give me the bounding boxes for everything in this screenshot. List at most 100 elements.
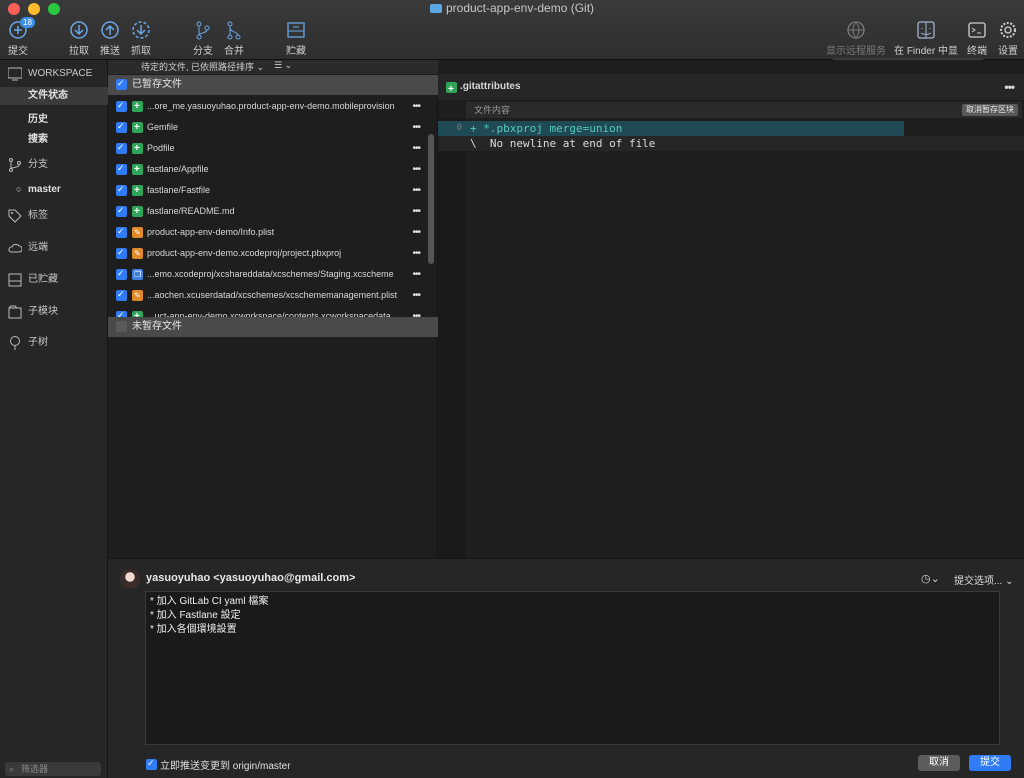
remotes-label: 远端 bbox=[28, 242, 48, 253]
commit-label: 提交 bbox=[8, 46, 28, 57]
checkbox-checked[interactable] bbox=[146, 758, 157, 770]
sidebar-filter-input[interactable]: ⌕ 筛选器 bbox=[5, 762, 101, 776]
unstage-hunk-button[interactable]: 取消暂存区块 bbox=[962, 104, 1018, 116]
avatar bbox=[120, 569, 140, 589]
globe-icon bbox=[847, 21, 865, 39]
sidebar-item-master[interactable]: ○ master bbox=[16, 184, 61, 195]
stash-button[interactable]: 贮藏 bbox=[276, 20, 316, 57]
file-stage-checkbox[interactable] bbox=[116, 100, 127, 112]
modified-status-icon bbox=[132, 243, 143, 264]
current-branch-icon: ○ bbox=[16, 184, 22, 194]
sidebar-branches[interactable]: 分支 bbox=[0, 155, 108, 175]
cancel-button[interactable]: 取消 bbox=[918, 755, 960, 771]
file-row[interactable]: Podfile ••• bbox=[108, 138, 428, 159]
fetch-icon bbox=[132, 21, 150, 39]
sidebar-stashes[interactable]: 已贮藏 bbox=[0, 270, 108, 290]
file-options-icon[interactable]: ••• bbox=[412, 222, 420, 243]
added-status-icon bbox=[132, 180, 143, 201]
sort-order-dropdown[interactable]: 待定的文件, 已依照路径排序 ⌄ bbox=[141, 60, 264, 73]
submodule-icon bbox=[8, 305, 22, 319]
file-options-icon[interactable]: ••• bbox=[412, 180, 420, 201]
file-row[interactable]: product-app-env-demo/Info.plist ••• bbox=[108, 222, 428, 243]
file-options-icon[interactable]: ••• bbox=[412, 159, 420, 180]
modified-status-icon bbox=[132, 285, 143, 306]
file-row[interactable]: product-app-env-demo.xcodeproj/project.p… bbox=[108, 243, 428, 264]
file-options-icon[interactable]: ••• bbox=[412, 96, 420, 117]
tags-label: 标签 bbox=[28, 210, 48, 221]
file-row[interactable]: Gemfile ••• bbox=[108, 117, 428, 138]
file-stage-checkbox[interactable] bbox=[116, 268, 127, 280]
file-stage-checkbox[interactable] bbox=[116, 142, 127, 154]
subtrees-label: 子树 bbox=[28, 337, 48, 348]
added-status-icon bbox=[132, 96, 143, 117]
file-options-icon[interactable]: ••• bbox=[412, 243, 420, 264]
file-row[interactable]: ...emo.xcodeproj/xcshareddata/xcschemes/… bbox=[108, 264, 428, 285]
settings-button[interactable]: 设置 bbox=[988, 20, 1024, 57]
file-name: product-app-env-demo.xcodeproj/project.p… bbox=[147, 248, 342, 258]
file-row[interactable]: fastlane/Appfile ••• bbox=[108, 159, 428, 180]
file-name: Gemfile bbox=[147, 122, 179, 132]
commit-options-dropdown[interactable]: 提交选项... ⌄ bbox=[954, 572, 1014, 587]
gear-icon bbox=[1000, 22, 1016, 38]
sidebar: WORKSPACE 文件状态 历史 搜索 分支 ○ master 标签 远端 已… bbox=[0, 60, 108, 778]
sidebar-remotes[interactable]: 远端 bbox=[0, 238, 108, 258]
sidebar-subtrees[interactable]: 子树 bbox=[0, 333, 108, 353]
file-options-icon[interactable]: ••• bbox=[412, 201, 420, 222]
file-row[interactable]: fastlane/Fastfile ••• bbox=[108, 180, 428, 201]
stash-label: 贮藏 bbox=[286, 46, 306, 57]
sidebar-item-search[interactable]: 搜索 bbox=[28, 130, 48, 145]
stash-icon bbox=[8, 273, 22, 287]
sort-bar: 待定的文件, 已依照路径排序 ⌄ ☰ ⌄ bbox=[108, 60, 438, 74]
branches-label: 分支 bbox=[28, 159, 48, 170]
push-immediately-checkbox[interactable] bbox=[146, 757, 157, 771]
file-options-icon[interactable]: ••• bbox=[412, 264, 420, 285]
diff-line-added: 0 + *.pbxproj merge=union bbox=[438, 121, 904, 136]
commit-submit-button[interactable]: 提交 bbox=[969, 755, 1011, 771]
commit-count-badge: 18 bbox=[20, 17, 35, 28]
file-stage-checkbox[interactable] bbox=[116, 289, 127, 301]
branch-icon bbox=[9, 158, 21, 172]
file-stage-checkbox[interactable] bbox=[116, 121, 127, 133]
file-stage-checkbox[interactable] bbox=[116, 184, 127, 196]
view-mode-dropdown[interactable]: ☰ ⌄ bbox=[274, 60, 292, 71]
sidebar-item-history[interactable]: 历史 bbox=[28, 110, 48, 125]
diff-line-meta: \ No newline at end of file bbox=[438, 136, 1024, 151]
line-text: + *.pbxproj merge=union bbox=[470, 122, 623, 135]
sidebar-submodules[interactable]: 子模块 bbox=[0, 302, 108, 322]
sidebar-item-file-status[interactable]: 文件状态 bbox=[0, 87, 108, 105]
file-options-icon[interactable]: ••• bbox=[412, 117, 420, 138]
history-dropdown[interactable]: ◷⌄ bbox=[921, 572, 940, 585]
more-options-icon[interactable]: ••• bbox=[1004, 74, 1015, 100]
line-text: \ No newline at end of file bbox=[470, 137, 656, 150]
file-stage-checkbox[interactable] bbox=[116, 163, 127, 175]
stash-icon bbox=[287, 22, 305, 38]
file-options-icon[interactable]: ••• bbox=[412, 285, 420, 306]
file-row[interactable]: fastlane/README.md ••• bbox=[108, 201, 428, 222]
file-stage-checkbox[interactable] bbox=[116, 247, 127, 259]
file-name: fastlane/Fastfile bbox=[147, 185, 211, 195]
filter-placeholder: 筛选器 bbox=[21, 764, 49, 774]
file-list-scrollbar[interactable] bbox=[428, 134, 434, 264]
commit-message-line: * 加入 GitLab CI yaml 檔案 bbox=[150, 596, 269, 607]
hunk-label: 文件内容 bbox=[474, 105, 511, 115]
file-stage-checkbox[interactable] bbox=[116, 226, 127, 238]
staged-files-header[interactable]: 已暂存文件 bbox=[108, 75, 438, 95]
stashes-label: 已贮藏 bbox=[28, 274, 58, 285]
sidebar-tags[interactable]: 标签 bbox=[0, 206, 108, 226]
file-row[interactable]: ...ore_me.yasuoyuhao.product-app-env-dem… bbox=[108, 96, 428, 117]
diff-file-header: .gitattributes ••• bbox=[438, 74, 1024, 103]
file-row[interactable]: ...aochen.xcuserdatad/xcschemes/xcscheme… bbox=[108, 285, 428, 306]
stage-all-checkbox[interactable] bbox=[116, 78, 127, 90]
fetch-button[interactable]: 抓取 bbox=[121, 20, 161, 57]
unstage-all-checkbox[interactable] bbox=[116, 321, 127, 332]
merge-button[interactable]: 合并 bbox=[214, 20, 254, 57]
file-name: fastlane/Appfile bbox=[147, 164, 209, 174]
file-options-icon[interactable]: ••• bbox=[412, 138, 420, 159]
commit-message-input[interactable]: * 加入 GitLab CI yaml 檔案 * 加入 Fastlane 設定 … bbox=[145, 591, 1000, 745]
file-stage-checkbox[interactable] bbox=[116, 205, 127, 217]
unstaged-files-header[interactable]: 未暂存文件 bbox=[108, 317, 438, 337]
commit-button[interactable]: 18 提交 bbox=[0, 17, 38, 57]
cloud-icon bbox=[8, 243, 22, 253]
unstaged-header-label: 未暂存文件 bbox=[132, 321, 182, 332]
push-immediately-label: 立即推送变更到 origin/master bbox=[160, 761, 291, 772]
